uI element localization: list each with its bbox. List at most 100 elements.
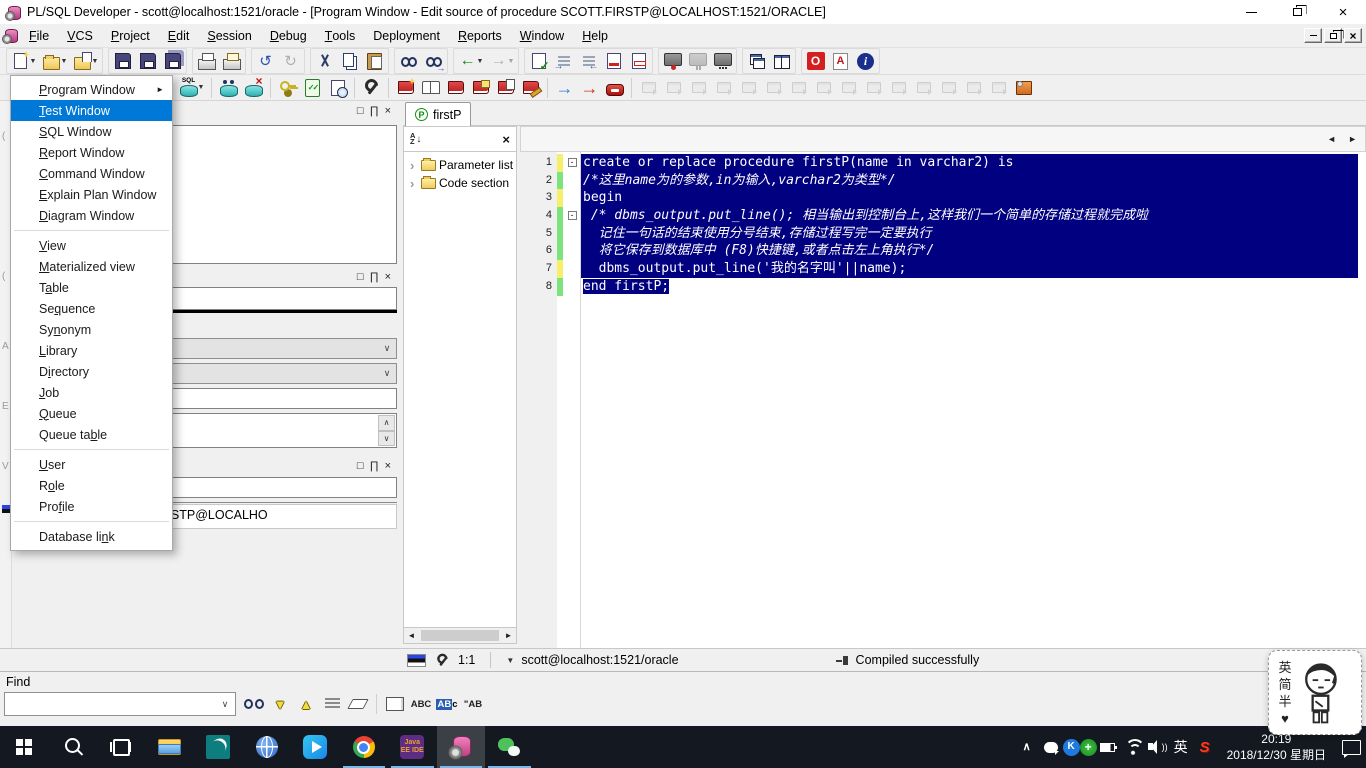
menu-item-user[interactable]: User xyxy=(11,454,172,475)
uncomment-button[interactable] xyxy=(626,49,651,73)
search-in-strings-button[interactable]: "AB xyxy=(461,693,485,715)
panel-pin-icon[interactable]: ∏ xyxy=(370,105,379,117)
step-out-button[interactable] xyxy=(736,76,761,100)
menu-item-profile[interactable]: Profile xyxy=(11,496,172,517)
start-debugger-button[interactable] xyxy=(636,76,661,100)
new-window-button[interactable]: ▼ xyxy=(8,49,39,73)
comment-button[interactable] xyxy=(601,49,626,73)
menu-item-table[interactable]: Table xyxy=(11,277,172,298)
sogou-tray-icon[interactable]: S xyxy=(1193,735,1217,759)
menu-item-job[interactable]: Job xyxy=(11,382,172,403)
open-object-button[interactable]: ▼ xyxy=(70,49,101,73)
run-to-exception-button[interactable] xyxy=(761,76,786,100)
edit-program-button[interactable] xyxy=(518,76,543,100)
menu-deployment[interactable]: Deployment xyxy=(364,24,449,47)
whole-word-button[interactable]: ABC xyxy=(409,693,433,715)
volume-icon[interactable]: )) xyxy=(1145,735,1169,759)
fold-collapse-icon[interactable]: - xyxy=(567,211,577,221)
menu-item-queue-table[interactable]: Queue table xyxy=(11,424,172,445)
show-output-button[interactable] xyxy=(936,76,961,100)
find-button[interactable] xyxy=(396,49,421,73)
panel-close-icon[interactable]: × xyxy=(385,460,391,472)
stop-debugger-button[interactable] xyxy=(986,76,1011,100)
menu-edit[interactable]: Edit xyxy=(159,24,199,47)
menu-vcs[interactable]: V CS xyxy=(58,24,102,47)
find-next-button[interactable]: ▼ xyxy=(268,693,292,715)
preferences-button[interactable] xyxy=(359,76,384,100)
menu-item-database-link[interactable]: Database link xyxy=(11,526,172,547)
menu-tools[interactable]: Tools xyxy=(316,24,365,47)
scrollbar-thumb[interactable] xyxy=(421,630,499,641)
tree-horizontal-scrollbar[interactable]: ◄ ► xyxy=(403,627,517,644)
battery-icon[interactable] xyxy=(1097,735,1121,759)
menu-item-materialized-view[interactable]: Materialized view xyxy=(11,256,172,277)
tile-windows-button[interactable] xyxy=(769,49,794,73)
selection-only-button[interactable] xyxy=(383,693,407,715)
new-sql-window-button[interactable]: SQL ▼ xyxy=(176,76,207,100)
break-button[interactable] xyxy=(602,76,627,100)
menu-help[interactable]: Help xyxy=(573,24,617,47)
paste-button[interactable] xyxy=(362,49,387,73)
execute-debug-button[interactable]: → xyxy=(577,76,602,100)
search-button[interactable] xyxy=(49,726,98,768)
print-button[interactable] xyxy=(194,49,219,73)
redo-button[interactable]: ↻ xyxy=(278,49,303,73)
describe-button[interactable] xyxy=(526,49,551,73)
code-editor[interactable]: 1- create or replace procedure firstP(nam… xyxy=(520,152,1366,648)
restore-button[interactable] xyxy=(1274,0,1320,24)
panel-restore-icon[interactable]: □ xyxy=(357,105,364,117)
save-all-button[interactable] xyxy=(160,49,185,73)
chevron-right-icon[interactable]: › xyxy=(410,159,418,172)
start-button[interactable] xyxy=(0,726,49,768)
ime-status-popup[interactable]: 英简半 ♥ xyxy=(1268,650,1362,735)
mark-all-button[interactable] xyxy=(320,693,344,715)
save-as-button[interactable] xyxy=(135,49,160,73)
close-button[interactable]: × xyxy=(1320,0,1366,24)
show-call-stack-button[interactable] xyxy=(911,76,936,100)
k-app-tray-icon[interactable]: K xyxy=(1062,738,1080,756)
sort-az-icon[interactable] xyxy=(410,133,415,145)
panel-restore-icon[interactable]: □ xyxy=(357,271,364,283)
panel-restore-icon[interactable]: □ xyxy=(357,460,364,472)
tab-scroll-left-icon[interactable]: ◄ xyxy=(1327,134,1336,144)
mdi-restore-button[interactable] xyxy=(1324,28,1342,43)
cut-button[interactable] xyxy=(312,49,337,73)
notes-app-button[interactable] xyxy=(194,726,243,768)
report-button[interactable] xyxy=(325,76,350,100)
save-program-as-button[interactable] xyxy=(468,76,493,100)
grants-button[interactable] xyxy=(275,76,300,100)
antivirus-tray-icon[interactable]: + xyxy=(1079,738,1097,756)
menu-item-directory[interactable]: Directory xyxy=(11,361,172,382)
file-explorer-button[interactable] xyxy=(146,726,195,768)
print-setup-button[interactable] xyxy=(219,49,244,73)
spin-down-icon[interactable]: ∨ xyxy=(378,430,395,446)
rollback-button[interactable]: × xyxy=(241,75,266,100)
menu-item-command-window[interactable]: Command Window xyxy=(11,163,172,184)
tab-firstp[interactable]: P firstP xyxy=(405,102,472,126)
cascade-windows-button[interactable] xyxy=(744,49,769,73)
add-watch-button[interactable] xyxy=(861,76,886,100)
tree-item-code-section[interactable]: › Code section xyxy=(404,174,516,192)
menu-window[interactable]: Window xyxy=(511,24,573,47)
spin-up-icon[interactable]: ∧ xyxy=(378,415,395,431)
panel-close-icon[interactable]: × xyxy=(385,271,391,283)
browser-button[interactable] xyxy=(243,726,292,768)
resume-debugger-button[interactable] xyxy=(661,76,686,100)
find-button[interactable] xyxy=(242,693,266,715)
about-button[interactable]: i xyxy=(853,49,878,73)
tray-expand-button[interactable]: ∧ xyxy=(1015,735,1039,759)
menu-debug[interactable]: Debug xyxy=(261,24,316,47)
pin-message-icon[interactable] xyxy=(835,655,849,666)
unindent-button[interactable] xyxy=(576,49,601,73)
menu-item-synonym[interactable]: Synonym xyxy=(11,319,172,340)
find-previous-button[interactable]: ▲ xyxy=(294,693,318,715)
clear-highlight-button[interactable] xyxy=(346,693,370,715)
step-into-button[interactable] xyxy=(686,76,711,100)
taskbar-clock[interactable]: 20:19 2018/12/30 星期日 xyxy=(1227,731,1326,763)
debug-settings-button[interactable] xyxy=(1011,76,1036,100)
panel-pin-icon[interactable]: ∏ xyxy=(370,460,379,472)
wechat-button[interactable] xyxy=(485,726,534,768)
scroll-right-icon[interactable]: ► xyxy=(501,631,516,640)
menu-item-explain-plan-window[interactable]: Explain Plan Window xyxy=(11,184,172,205)
chevron-right-icon[interactable]: › xyxy=(410,177,418,190)
